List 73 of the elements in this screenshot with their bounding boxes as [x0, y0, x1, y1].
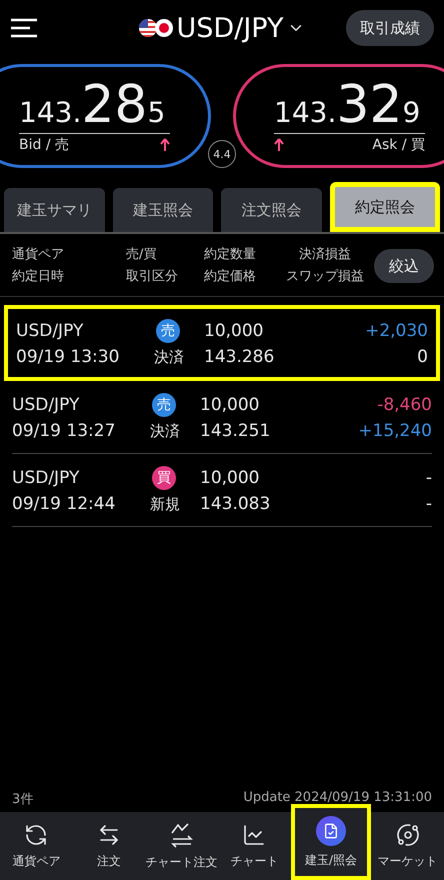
currency-pair-selector[interactable]: USD/JPY — [176, 12, 284, 44]
flag-icon — [154, 19, 173, 37]
swap-cell: - — [426, 494, 432, 514]
document-check-icon — [323, 822, 340, 838]
price-cell-text: 143.083 — [200, 494, 272, 514]
nav-item[interactable]: 通貨ペア — [0, 812, 73, 880]
ask-price-panel[interactable]: 143.32 9 Ask / 買 — [233, 64, 444, 168]
tab[interactable]: 約定照会 — [330, 182, 440, 232]
spread-badge: 4.4 — [208, 140, 236, 168]
refresh-icon — [24, 822, 48, 846]
side-badge: 売 — [152, 393, 176, 417]
bid-price-panel[interactable]: 143.285 Bid / 売 — [0, 64, 211, 168]
count-text: 3件 — [12, 791, 34, 808]
pair-cell-text: USD/JPY — [12, 395, 80, 415]
type-cell-text: 決済 — [154, 348, 185, 366]
tab[interactable]: 建玉照会 — [112, 188, 213, 232]
profit-cell-text: -8,460 — [376, 395, 432, 415]
nav-label: 注文 — [97, 852, 121, 870]
trade-row[interactable]: USD/JPY 売 10,000 -8,460 09/19 13:27 決済 143.251 +15,240 — [12, 381, 432, 454]
nav-item[interactable]: 建玉/照会 — [290, 804, 372, 880]
swap-cell: +15,240 — [358, 421, 432, 441]
menu-icon[interactable] — [10, 18, 38, 38]
flag-icon — [138, 19, 157, 37]
time-cell-text: 09/19 13:27 — [12, 421, 116, 441]
time-cell-text: 09/19 12:44 — [12, 494, 116, 514]
up-arrow-icon — [160, 138, 170, 152]
line-chart-icon — [242, 822, 266, 846]
side-badge: 買 — [152, 466, 176, 490]
up-arrow-icon — [274, 138, 284, 152]
trade-row[interactable]: USD/JPY 買 10,000 - 09/19 12:44 新規 143.083 - — [12, 454, 432, 527]
nav-item[interactable]: チャート — [218, 812, 291, 880]
nav-label: チャート注文 — [146, 854, 218, 870]
nav-label: 建玉/照会 — [305, 852, 358, 868]
side-badge: 売 — [156, 319, 180, 343]
column-header: スワップ損益 — [286, 268, 364, 286]
price-text: 143.285 — [19, 78, 170, 134]
nav-item[interactable]: 注文 — [72, 812, 146, 880]
price-cell-text: 143.251 — [200, 421, 272, 441]
time-cell-text: 09/19 13:30 — [16, 347, 120, 367]
tab[interactable]: 建玉サマリ — [4, 188, 104, 232]
chart-arrows-icon — [168, 822, 195, 848]
column-header: 取引区分 — [126, 268, 179, 286]
nav-item[interactable]: マーケット — [371, 812, 444, 880]
tab[interactable]: 注文照会 — [221, 188, 322, 232]
column-header: 約定数量 — [204, 246, 257, 264]
profit-cell: +2,030 — [365, 321, 428, 341]
nav-label: チャート — [230, 852, 278, 870]
planet-icon — [396, 822, 420, 846]
price-label: Bid / 売 — [19, 136, 69, 154]
profit-cell: - — [426, 468, 432, 488]
swap-cell-text: 0 — [416, 347, 428, 367]
price-text: 143.32 9 — [274, 78, 425, 134]
pair-cell-text: USD/JPY — [12, 468, 80, 488]
quantity-cell-text: 10,000 — [204, 321, 264, 341]
price-cell-text: 143.286 — [204, 347, 276, 367]
nav-label: マーケット — [378, 852, 438, 870]
price-label: Ask / 買 — [372, 136, 425, 154]
nav-label: 通貨ペア — [12, 852, 60, 870]
trade-row[interactable]: USD/JPY 売 10,000 +2,030 09/19 13:30 決済 143.286 0 — [4, 305, 440, 381]
update-time: Update 2024/09/19 13:31:00 — [243, 790, 432, 807]
filter-button[interactable]: 絞込 — [374, 249, 434, 283]
type-cell-text: 新規 — [150, 494, 181, 514]
quantity-cell-text: 10,000 — [200, 468, 260, 488]
nav-item[interactable]: チャート注文 — [145, 812, 218, 880]
quantity-cell-text: 10,000 — [200, 395, 260, 415]
column-header: 決済損益 — [298, 246, 352, 264]
column-header: 売/買 — [126, 246, 158, 264]
column-header: 約定日時 — [12, 268, 65, 286]
column-header: 通貨ペア — [12, 246, 65, 264]
results-button[interactable]: 取引成績 — [346, 10, 434, 46]
pair-cell-text: USD/JPY — [16, 321, 84, 341]
type-cell-text: 決済 — [150, 422, 181, 440]
column-header: 約定価格 — [204, 268, 257, 286]
